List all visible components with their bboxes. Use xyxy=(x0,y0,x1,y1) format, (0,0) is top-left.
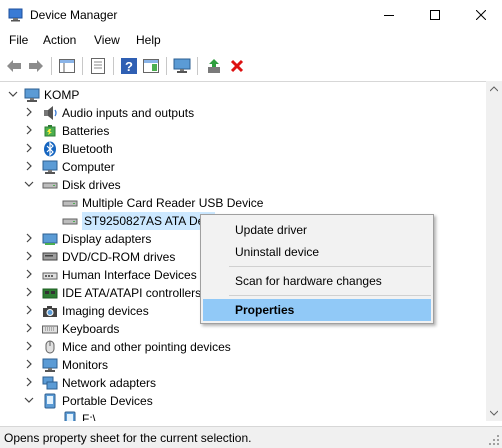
expand-chevron-icon[interactable] xyxy=(24,359,34,369)
monitor-icon xyxy=(42,357,58,373)
properties-icon[interactable] xyxy=(87,55,109,77)
tree-item-label: Network adapters xyxy=(62,376,157,390)
scroll-up-icon[interactable] xyxy=(486,81,502,97)
dvd-drive-icon xyxy=(42,249,58,265)
expand-chevron-icon[interactable] xyxy=(24,251,34,261)
display-adapter-icon xyxy=(42,231,58,247)
menu-item-properties[interactable]: Properties xyxy=(203,299,431,321)
tree-item-label: Disk drives xyxy=(62,178,121,192)
expand-chevron-icon[interactable] xyxy=(24,341,34,351)
uninstall-icon[interactable] xyxy=(226,55,248,77)
context-menu: Update driver Uninstall device Scan for … xyxy=(200,214,434,324)
expand-chevron-icon[interactable] xyxy=(24,269,34,279)
menu-separator xyxy=(229,295,431,296)
camera-icon xyxy=(42,303,58,319)
menu-item-scan-hardware[interactable]: Scan for hardware changes xyxy=(203,270,431,292)
collapse-chevron-icon[interactable] xyxy=(8,89,18,99)
disk-drive-icon xyxy=(42,177,58,193)
monitor-icon[interactable] xyxy=(171,55,193,77)
back-arrow-icon[interactable] xyxy=(3,55,25,77)
menu-file[interactable]: File xyxy=(9,33,28,47)
portable-device-icon xyxy=(42,393,58,409)
menu-separator xyxy=(229,266,431,267)
speaker-icon xyxy=(42,105,58,121)
collapse-chevron-icon[interactable] xyxy=(24,179,34,189)
tree-item-label: Human Interface Devices xyxy=(62,268,197,282)
menu-bar: File Action View Help xyxy=(0,30,502,51)
network-adapter-icon xyxy=(42,375,58,391)
expand-chevron-icon[interactable] xyxy=(24,107,34,117)
computer-icon xyxy=(24,87,40,103)
show-hide-console-tree-icon[interactable] xyxy=(56,55,78,77)
expand-chevron-icon[interactable] xyxy=(24,377,34,387)
tree-item-label: Portable Devices xyxy=(62,394,153,408)
menu-view[interactable]: View xyxy=(94,33,120,47)
drive-icon xyxy=(62,411,78,421)
resize-grip-icon[interactable] xyxy=(488,434,500,446)
tree-item-label: Computer xyxy=(62,160,115,174)
hid-icon xyxy=(42,267,58,283)
status-bar: Opens property sheet for the current sel… xyxy=(0,426,502,448)
expand-chevron-icon[interactable] xyxy=(24,323,34,333)
close-button[interactable] xyxy=(458,0,502,30)
tree-item-label: Audio inputs and outputs xyxy=(62,106,195,120)
disk-drive-icon xyxy=(62,213,78,229)
window-title: Device Manager xyxy=(30,8,118,22)
tree-item-label: ST9250827AS ATA Devi xyxy=(82,212,215,230)
bluetooth-icon xyxy=(42,141,58,157)
svg-text:?: ? xyxy=(125,59,133,74)
tree-item-label: IDE ATA/ATAPI controllers xyxy=(62,286,202,300)
maximize-button[interactable] xyxy=(412,0,458,30)
tree-item-label: Imaging devices xyxy=(62,304,149,318)
tree-item-label: DVD/CD-ROM drives xyxy=(62,250,176,264)
minimize-button[interactable] xyxy=(366,0,412,30)
expand-chevron-icon[interactable] xyxy=(24,143,34,153)
menu-action[interactable]: Action xyxy=(43,33,76,47)
expand-chevron-icon[interactable] xyxy=(24,287,34,297)
device-manager-app-icon xyxy=(8,8,24,22)
mouse-icon xyxy=(42,339,58,355)
battery-icon xyxy=(42,123,58,139)
root-label: KOMP xyxy=(44,88,80,102)
tree-item-label: Multiple Card Reader USB Device xyxy=(82,196,264,210)
disk-drive-icon xyxy=(62,195,78,211)
tree-item-label: Monitors xyxy=(62,358,109,372)
tree-item-label: Mice and other pointing devices xyxy=(62,340,231,354)
update-driver-icon[interactable] xyxy=(203,55,225,77)
computer-icon xyxy=(42,159,58,175)
menu-help[interactable]: Help xyxy=(136,33,161,47)
collapse-chevron-icon[interactable] xyxy=(24,395,34,405)
tree-item-label: Batteries xyxy=(62,124,110,138)
status-text: Opens property sheet for the current sel… xyxy=(4,431,252,445)
keyboard-icon xyxy=(42,321,58,337)
forward-arrow-icon[interactable] xyxy=(25,55,47,77)
title-bar: Device Manager xyxy=(0,0,502,30)
expand-chevron-icon[interactable] xyxy=(24,161,34,171)
tree-item-label: Display adapters xyxy=(62,232,152,246)
ide-controller-icon xyxy=(42,285,58,301)
expand-chevron-icon[interactable] xyxy=(24,233,34,243)
action-pane-icon[interactable] xyxy=(140,55,162,77)
menu-item-uninstall-device[interactable]: Uninstall device xyxy=(203,241,431,263)
help-icon[interactable]: ? xyxy=(118,55,140,77)
vertical-scrollbar[interactable] xyxy=(486,81,502,421)
expand-chevron-icon[interactable] xyxy=(24,125,34,135)
toolbar: ? xyxy=(0,53,502,79)
tree-item-label: F:\ xyxy=(82,412,96,421)
tree-item-label: Keyboards xyxy=(62,322,120,336)
scroll-down-icon[interactable] xyxy=(486,405,502,421)
menu-item-update-driver[interactable]: Update driver xyxy=(203,219,431,241)
tree-item-label: Bluetooth xyxy=(62,142,113,156)
expand-chevron-icon[interactable] xyxy=(24,305,34,315)
